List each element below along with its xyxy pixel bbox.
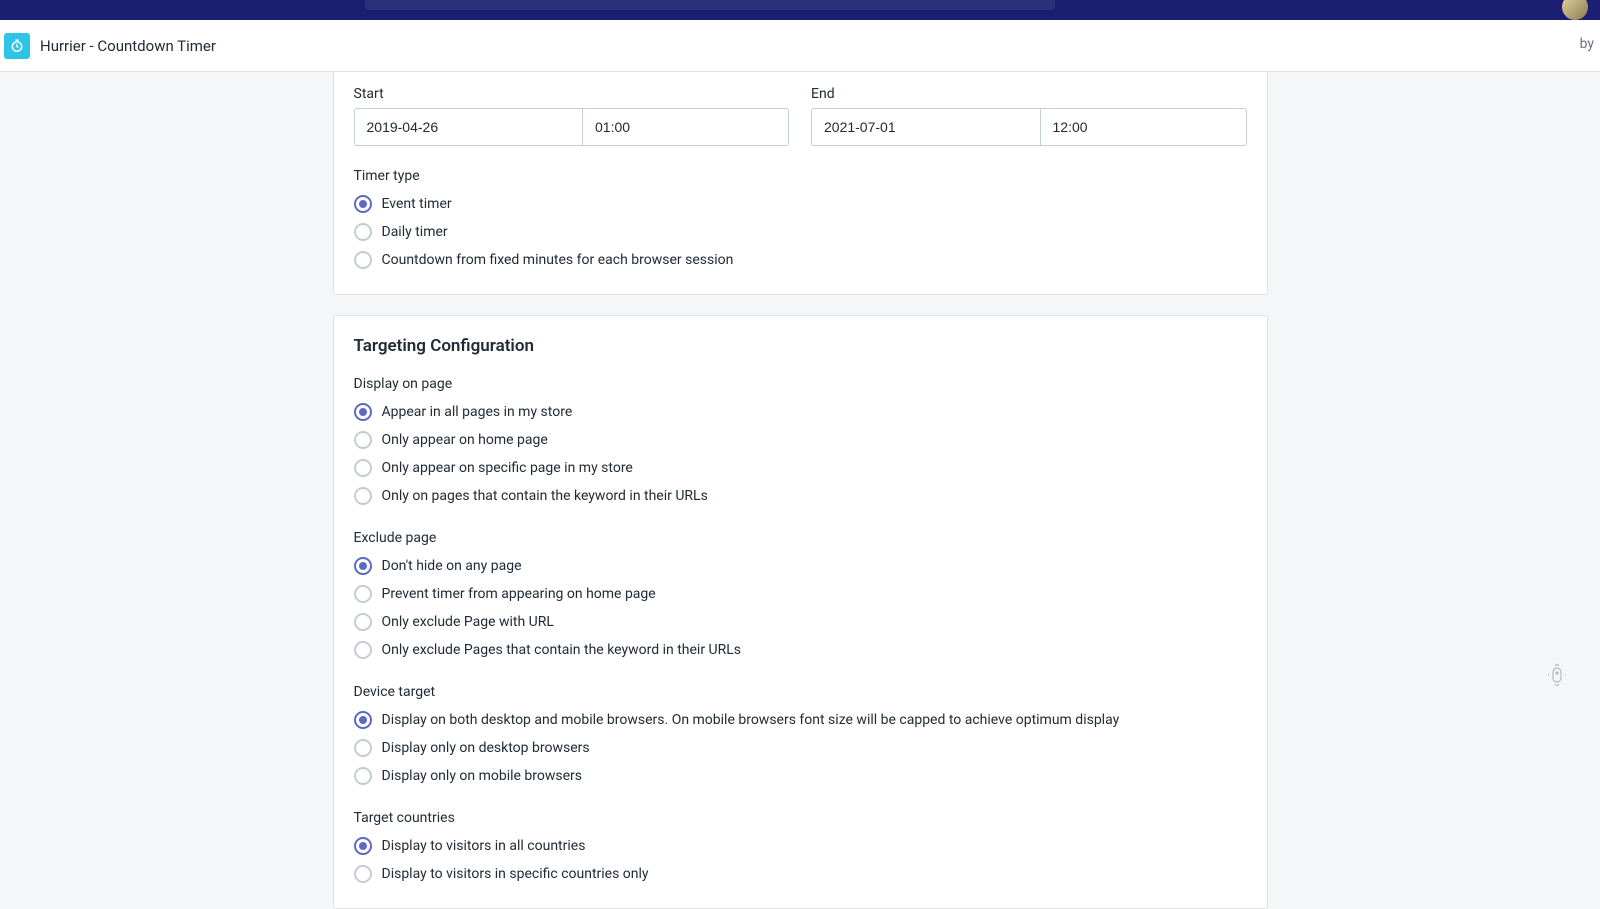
radio-label: Don't hide on any page <box>382 558 522 574</box>
radio-icon <box>354 837 372 855</box>
device-target-label: Device target <box>354 684 1247 700</box>
app-header: Hurrier - Countdown Timer by <box>0 20 1600 72</box>
radio-option[interactable]: Daily timer <box>354 218 1247 246</box>
radio-option[interactable]: Only appear on home page <box>354 426 1247 454</box>
targeting-card: Targeting Configuration Display on page … <box>333 315 1268 909</box>
radio-option[interactable]: Only appear on specific page in my store <box>354 454 1247 482</box>
avatar[interactable] <box>1562 0 1588 20</box>
radio-option[interactable]: Display to visitors in specific countrie… <box>354 860 1247 888</box>
radio-icon <box>354 557 372 575</box>
radio-label: Event timer <box>382 196 452 212</box>
start-date-input[interactable] <box>354 108 583 146</box>
end-date-input[interactable] <box>811 108 1040 146</box>
radio-label: Display to visitors in all countries <box>382 838 586 854</box>
timer-type-label: Timer type <box>354 168 1247 184</box>
app-icon <box>4 33 30 59</box>
exclude-page-label: Exclude page <box>354 530 1247 546</box>
radio-label: Only appear on home page <box>382 432 548 448</box>
radio-icon <box>354 403 372 421</box>
by-label: by <box>1580 36 1594 52</box>
radio-label: Prevent timer from appearing on home pag… <box>382 586 656 602</box>
radio-icon <box>354 711 372 729</box>
radio-label: Display to visitors in specific countrie… <box>382 866 649 882</box>
radio-icon <box>354 865 372 883</box>
radio-option[interactable]: Display only on desktop browsers <box>354 734 1247 762</box>
radio-option[interactable]: Only on pages that contain the keyword i… <box>354 482 1247 510</box>
exclude-page-group: Don't hide on any page Prevent timer from… <box>354 552 1247 664</box>
device-target-group: Display on both desktop and mobile brows… <box>354 706 1247 790</box>
radio-icon <box>354 431 372 449</box>
targeting-title: Targeting Configuration <box>354 336 1247 356</box>
radio-option[interactable]: Appear in all pages in my store <box>354 398 1247 426</box>
radio-icon <box>354 641 372 659</box>
start-block: Start <box>354 86 790 146</box>
search-bar[interactable] <box>365 0 1055 10</box>
radio-option[interactable]: Display on both desktop and mobile brows… <box>354 706 1247 734</box>
display-page-label: Display on page <box>354 376 1247 392</box>
top-nav <box>0 0 1600 20</box>
app-title: Hurrier - Countdown Timer <box>40 37 216 55</box>
radio-option[interactable]: Display to visitors in all countries <box>354 832 1247 860</box>
target-countries-group: Display to visitors in all countries Disp… <box>354 832 1247 888</box>
radio-label: Appear in all pages in my store <box>382 404 573 420</box>
radio-label: Display on both desktop and mobile brows… <box>382 712 1120 728</box>
radio-icon <box>354 223 372 241</box>
radio-icon <box>354 739 372 757</box>
end-block: End <box>811 86 1247 146</box>
radio-icon <box>354 459 372 477</box>
radio-label: Display only on mobile browsers <box>382 768 583 784</box>
timer-type-group: Event timer Daily timer Countdown from fix… <box>354 190 1247 274</box>
radio-option[interactable]: Only exclude Pages that contain the keyw… <box>354 636 1247 664</box>
radio-icon <box>354 585 372 603</box>
radio-label: Only on pages that contain the keyword i… <box>382 488 708 504</box>
start-label: Start <box>354 86 790 102</box>
radio-label: Countdown from fixed minutes for each br… <box>382 252 734 268</box>
autoscroll-icon <box>1546 660 1568 695</box>
radio-icon <box>354 767 372 785</box>
radio-icon <box>354 251 372 269</box>
end-time-input[interactable] <box>1040 108 1247 146</box>
radio-option[interactable]: Countdown from fixed minutes for each br… <box>354 246 1247 274</box>
radio-option[interactable]: Display only on mobile browsers <box>354 762 1247 790</box>
radio-icon <box>354 195 372 213</box>
radio-option[interactable]: Prevent timer from appearing on home pag… <box>354 580 1247 608</box>
radio-option[interactable]: Only exclude Page with URL <box>354 608 1247 636</box>
radio-label: Daily timer <box>382 224 448 240</box>
radio-label: Only appear on specific page in my store <box>382 460 633 476</box>
target-countries-label: Target countries <box>354 810 1247 826</box>
start-time-input[interactable] <box>582 108 789 146</box>
display-page-group: Appear in all pages in my store Only appe… <box>354 398 1247 510</box>
radio-icon <box>354 613 372 631</box>
radio-label: Only exclude Page with URL <box>382 614 554 630</box>
end-label: End <box>811 86 1247 102</box>
radio-option[interactable]: Event timer <box>354 190 1247 218</box>
radio-label: Only exclude Pages that contain the keyw… <box>382 642 742 658</box>
radio-option[interactable]: Don't hide on any page <box>354 552 1247 580</box>
schedule-card: Start End Timer type Event timerDail <box>333 72 1268 295</box>
radio-label: Display only on desktop browsers <box>382 740 590 756</box>
radio-icon <box>354 487 372 505</box>
